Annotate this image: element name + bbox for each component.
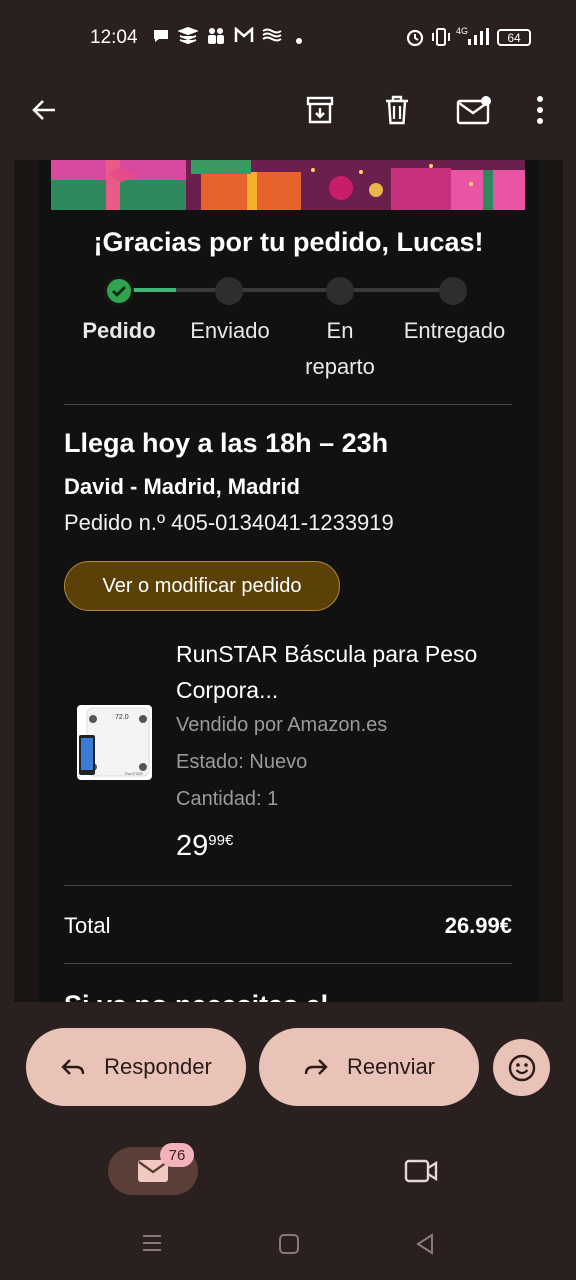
scale-display: 72.0 [115, 714, 129, 721]
layers-icon [177, 26, 199, 50]
forward-button[interactable]: Reenviar [259, 1028, 479, 1106]
greeting-heading: ¡Gracias por tu pedido, Lucas! [93, 227, 484, 257]
step-dot-pedido [104, 276, 134, 306]
order-number: Pedido n.º 405-0134041-1233919 [64, 510, 394, 535]
unread-badge: 76 [160, 1143, 194, 1167]
dot-icon [295, 30, 303, 50]
recents-nav-icon[interactable] [141, 1233, 163, 1258]
step-label-entregado: Entregado [403, 318, 506, 343]
product-quantity: Cantidad: 1 [176, 788, 279, 810]
forward-icon [304, 1059, 328, 1075]
people-icon [206, 27, 226, 50]
divider [64, 404, 512, 405]
step-label-reparto: En reparto [285, 313, 395, 385]
chat-icon [152, 27, 170, 50]
reply-button[interactable]: Responder [26, 1028, 246, 1106]
cutoff-heading: Si ya no necesitas el [64, 990, 328, 1002]
vibrate-icon [431, 27, 451, 52]
battery-level: 64 [507, 30, 521, 45]
product-name[interactable]: RunSTAR Báscula para Peso Corpora... [176, 636, 477, 708]
product-image[interactable]: 72.0 RunSTAR [77, 705, 152, 780]
archive-icon[interactable] [298, 88, 342, 132]
bottom-navigation: 76 [0, 1133, 576, 1280]
step-dot-enviado [215, 277, 243, 305]
alarm-icon [405, 27, 425, 52]
back-nav-icon[interactable] [414, 1233, 436, 1260]
divider [64, 963, 512, 964]
signal-icon [466, 27, 490, 52]
total-value: 26.99€ [444, 913, 512, 938]
product-name-line1[interactable]: RunSTAR Báscula para Peso [176, 636, 477, 672]
divider [64, 885, 512, 886]
gmail-icon [234, 26, 254, 48]
email-body: ¡Gracias por tu pedido, Lucas! Pedido En… [14, 160, 563, 1002]
scale-brand: RunSTAR [125, 771, 143, 776]
step-label-reparto-line2: reparto [305, 354, 375, 379]
meet-video-icon[interactable] [403, 1157, 439, 1190]
back-arrow-icon[interactable] [22, 88, 66, 132]
status-bar: 12:04 4G 64 [0, 0, 576, 72]
battery-icon: 64 [497, 29, 531, 46]
step-label-reparto-line1: En [326, 318, 354, 343]
delivery-heading: Llega hoy a las 18h – 23h [64, 428, 389, 458]
product-price: 2999€ [176, 830, 233, 863]
step-dot-reparto [326, 277, 354, 305]
holiday-banner-image [51, 160, 525, 210]
product-name-line2[interactable]: Corpora... [176, 672, 477, 708]
reply-icon [61, 1059, 85, 1075]
reply-label: Responder [104, 1054, 212, 1079]
email-toolbar [0, 72, 576, 160]
step-label-enviado: Enviado [190, 318, 270, 343]
step-dot-entregado [439, 277, 467, 305]
check-icon [112, 286, 126, 297]
smiley-icon [508, 1054, 535, 1081]
product-condition: Estado: Nuevo [176, 751, 308, 773]
product-seller: Vendido por Amazon.es [176, 714, 388, 736]
price-whole: 29 [176, 830, 209, 862]
modify-order-button[interactable]: Ver o modificar pedido [64, 561, 340, 611]
step-label-pedido: Pedido [82, 318, 156, 343]
mark-unread-icon[interactable] [452, 88, 496, 132]
wave-icon [262, 27, 282, 48]
more-vert-icon[interactable] [518, 88, 562, 132]
price-fraction: 99€ [208, 832, 234, 849]
forward-label: Reenviar [346, 1054, 436, 1079]
delete-icon[interactable] [375, 88, 419, 132]
emoji-reaction-button[interactable] [493, 1039, 550, 1096]
status-time: 12:04 [90, 27, 138, 48]
home-nav-icon[interactable] [278, 1233, 300, 1260]
total-label: Total [64, 913, 111, 938]
delivery-address: David - Madrid, Madrid [64, 474, 300, 499]
